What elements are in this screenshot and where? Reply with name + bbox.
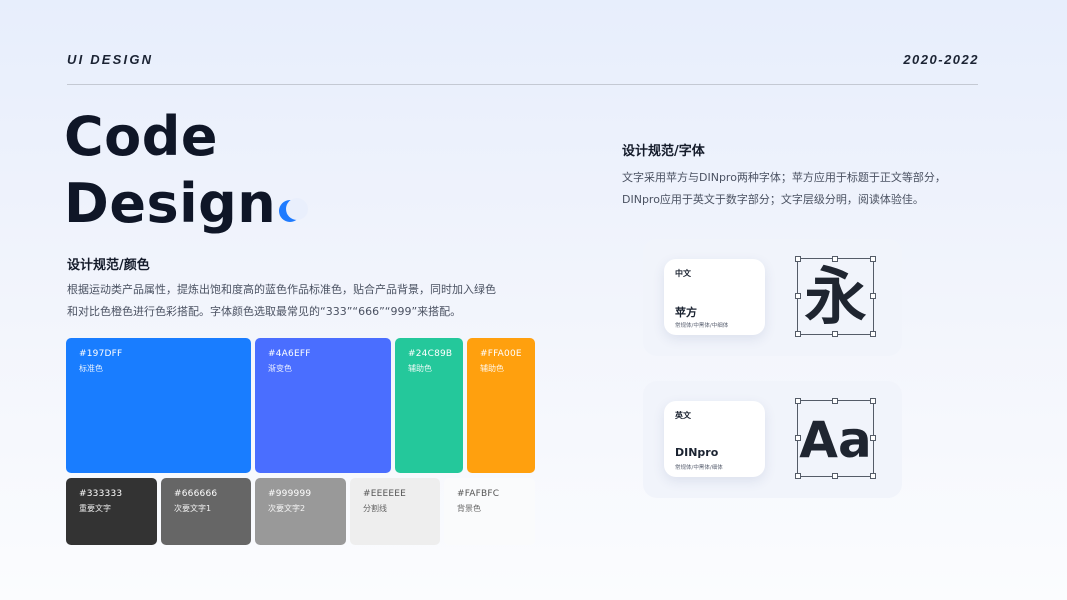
swatch-name: 渐变色 [268,364,292,373]
font-weights: 常规体/中黑体/中细体 [675,323,729,329]
color-description-line-2: 和对比色橙色进行色彩搭配。字体颜色选取最常见的“333”“666”“999”来搭… [67,305,462,318]
swatch-gradient: #4A6EFF 渐变色 [255,338,391,473]
resize-handle [832,398,838,404]
font-card-english: 英文 DINpro 常规体/中黑体/细体 Aa [643,381,902,498]
font-name: DINpro [675,446,719,459]
glyph-frame: 永 [795,256,876,337]
swatch-code: #333333 [79,489,123,499]
glyph-frame: Aa [795,398,876,479]
font-card-chinese: 中文 苹方 常规体/中黑体/中细体 永 [643,239,902,356]
swatch-text-secondary-1: #666666 次要文字1 [161,478,251,545]
swatch-name: 重要文字 [79,504,111,513]
font-info-chip: 中文 苹方 常规体/中黑体/中细体 [664,259,765,335]
hero-line-2: Design [64,172,277,235]
swatch-green: #24C89B 辅助色 [395,338,463,473]
font-name: 苹方 [675,306,697,319]
font-weights: 常规体/中黑体/细体 [675,465,723,471]
crescent-moon-icon-mask [286,198,308,220]
swatch-code: #24C89B [408,349,453,359]
swatch-code: #666666 [174,489,218,499]
swatch-primary: #197DFF 标准色 [66,338,251,473]
swatch-code: #999999 [268,489,312,499]
font-language-label: 英文 [675,411,691,420]
swatch-text-primary: #333333 重要文字 [66,478,157,545]
swatch-code: #FAFBFC [457,489,500,499]
swatch-code: #197DFF [79,349,123,359]
font-description-line-1: 文字采用苹方与DINpro两种字体；苹方应用于标题于正文等部分， [622,171,946,184]
swatch-background: #FAFBFC 背景色 [444,478,535,545]
resize-handle [795,398,801,404]
font-language-label: 中文 [675,269,691,278]
resize-handle [870,398,876,404]
header-divider [67,84,978,85]
swatch-text-secondary-2: #999999 次要文字2 [255,478,346,545]
font-section-title: 设计规范/字体 [622,144,705,159]
font-sample-glyph: Aa [799,411,872,469]
color-section-title: 设计规范/颜色 [67,258,150,273]
swatch-code: #4A6EFF [268,349,311,359]
swatch-name: 辅助色 [408,364,432,373]
swatch-divider: #EEEEEE 分割线 [350,478,440,545]
font-info-chip: 英文 DINpro 常规体/中黑体/细体 [664,401,765,477]
hero-line-1: Code [64,105,219,168]
font-sample-glyph: 永 [804,260,867,333]
swatch-orange: #FFA00E 辅助色 [467,338,535,473]
header-left-title: UI DESIGN [67,52,154,67]
swatch-code: #EEEEEE [363,489,407,499]
font-description-line-2: DINpro应用于英文于数字部分；文字层级分明，阅读体验佳。 [622,193,924,206]
swatch-code: #FFA00E [480,349,522,359]
swatch-name: 辅助色 [480,364,504,373]
color-description-line-1: 根据运动类产品属性，提炼出饱和度高的蓝色作品标准色，贴合产品背景，同时加入绿色 [67,283,496,296]
swatch-name: 次要文字2 [268,504,306,513]
swatch-name: 分割线 [363,504,387,513]
header-year-range: 2020-2022 [903,52,979,67]
swatch-name: 标准色 [79,364,103,373]
swatch-name: 背景色 [457,504,481,513]
swatch-name: 次要文字1 [174,504,212,513]
